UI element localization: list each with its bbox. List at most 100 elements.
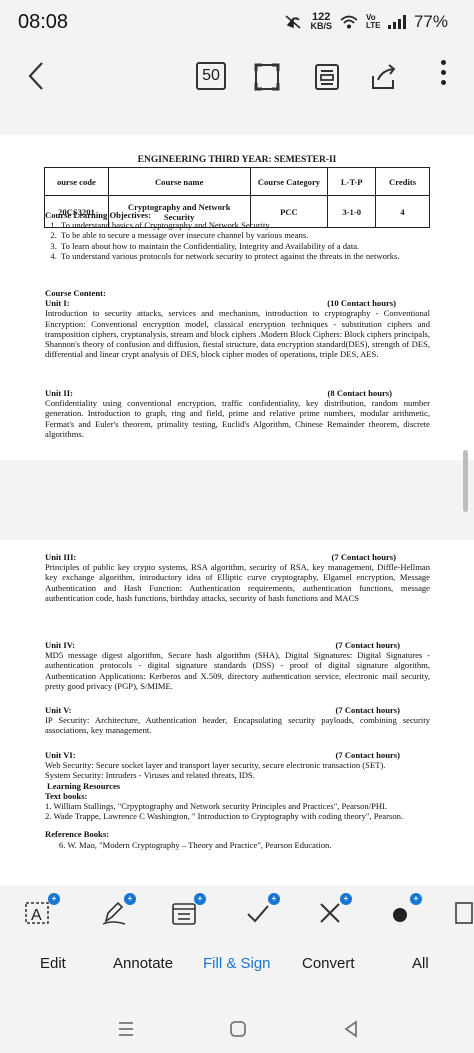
unit-text: MD5 message digest algorithm, Secure has… — [45, 650, 430, 691]
unit-title: Unit I: — [45, 298, 70, 309]
all-tab[interactable]: All — [412, 955, 429, 972]
objectives-list: To understand basics of Cryptography and… — [59, 220, 430, 261]
wifi-icon — [340, 15, 358, 29]
resources-heading: Learning Resources — [47, 780, 121, 791]
table-header: Credits — [375, 167, 430, 196]
unit-text: Principles of public key crypto systems,… — [45, 562, 430, 603]
table-header: ourse code — [44, 167, 109, 196]
unit-hours: (7 Contact hours) — [335, 640, 400, 650]
unit-hours: (7 Contact hours) — [331, 552, 396, 562]
status-bar: 08:08 122 KB/S Vo LTE 77% — [0, 0, 474, 44]
status-time: 08:08 — [18, 10, 69, 33]
page-separator — [0, 460, 474, 540]
list-item: 6. W. Mao, "Modern Cryptography – Theory… — [59, 839, 332, 850]
checkmark-icon — [247, 905, 269, 923]
scrollbar-handle[interactable] — [463, 450, 468, 512]
unit-title: Unit V: — [45, 705, 72, 715]
unit-text: Introduction to security attacks, servic… — [45, 308, 430, 360]
reading-mode-icon[interactable] — [313, 62, 341, 92]
checkmark-button[interactable]: + — [244, 893, 280, 929]
update-badge: + — [124, 893, 136, 905]
fill-sign-tab[interactable]: Fill & Sign — [203, 955, 271, 972]
update-badge: + — [268, 893, 280, 905]
back-nav-icon[interactable] — [342, 1019, 360, 1039]
status-icons: 122 KB/S Vo LTE 77% — [284, 12, 448, 32]
update-badge: + — [194, 893, 206, 905]
more-tools-button[interactable] — [452, 899, 474, 929]
home-icon[interactable] — [228, 1019, 248, 1039]
unit-hours: (7 Contact hours) — [335, 750, 400, 760]
more-vert-icon[interactable] — [441, 60, 446, 85]
update-badge: + — [410, 893, 422, 905]
list-item: To learn about how to maintain the Confi… — [59, 241, 430, 251]
textbooks-heading: Text books: — [45, 790, 88, 801]
action-labels: Edit Annotate Fill & Sign Convert All — [0, 955, 474, 979]
mute-icon — [285, 15, 301, 29]
table-header: Course name — [107, 167, 251, 196]
action-toolbar: A + + + + + + — [0, 893, 474, 935]
dot-icon — [393, 908, 407, 922]
unit-text: Confidentiality using conventional encry… — [45, 398, 430, 439]
recent-apps-icon[interactable] — [116, 1020, 136, 1038]
fill-sign-button[interactable]: + — [170, 893, 206, 929]
update-badge: + — [340, 893, 352, 905]
unit-hours: (10 Contact hours) — [327, 298, 396, 309]
rectangle-icon — [455, 902, 473, 924]
share-icon[interactable] — [368, 62, 398, 92]
document-title: ENGINEERING THIRD YEAR: SEMESTER-II — [137, 155, 337, 165]
unit-header: Unit II: (8 Contact hours) — [45, 388, 430, 398]
unit-header: Unit IV: (7 Contact hours) — [45, 640, 430, 650]
objectives-section: Course Learning Objectives: To understan… — [45, 210, 430, 261]
cross-button[interactable]: + — [316, 893, 352, 929]
update-badge: + — [48, 893, 60, 905]
viewer-toolbar: 50 — [0, 52, 474, 100]
pen-icon — [102, 901, 126, 925]
unit-header: Unit III: (7 Contact hours) — [45, 552, 430, 562]
page-count: 50 — [202, 67, 220, 84]
cross-icon — [320, 903, 340, 923]
table-header: L-T-P — [327, 167, 377, 196]
unit-6-section: Unit VI: (7 Contact hours) Web Security:… — [45, 750, 430, 850]
list-item: To understand various protocols for netw… — [59, 251, 430, 261]
unit-title: Unit IV: — [45, 640, 76, 650]
edit-text-button[interactable]: A + — [24, 893, 60, 929]
back-arrow-icon[interactable] — [22, 60, 52, 92]
convert-tab[interactable]: Convert — [302, 955, 355, 972]
objectives-heading: Course Learning Objectives: — [45, 210, 151, 220]
page-count-button[interactable]: 50 — [196, 62, 226, 90]
svg-text:A: A — [31, 907, 42, 924]
volte-label: Vo LTE — [365, 13, 381, 30]
system-nav-bar — [0, 1008, 474, 1053]
unit-title: Unit VI: — [45, 750, 76, 760]
unit-title: Unit III: — [45, 552, 77, 562]
annotate-tab[interactable]: Annotate — [113, 955, 173, 972]
table-header: Course Category — [249, 167, 329, 196]
unit-text: Web Security: Secure socket layer and tr… — [45, 760, 386, 771]
form-icon — [172, 903, 196, 925]
annotate-button[interactable]: + — [100, 893, 136, 929]
unit-4-section: Unit IV: (7 Contact hours) MD5 message d… — [45, 640, 430, 691]
unit-title: Unit II: — [45, 388, 73, 398]
unit-header: Unit I: (10 Contact hours) — [45, 298, 430, 308]
list-item: To be able to secure a message over inse… — [59, 230, 430, 240]
unit-hours: (8 Contact hours) — [327, 388, 392, 398]
dot-button[interactable]: + — [386, 893, 422, 929]
list-item: 1. William Stallings, "Crpyptography and… — [45, 801, 388, 812]
list-item: To understand basics of Cryptography and… — [59, 220, 430, 230]
fullscreen-icon[interactable] — [253, 62, 281, 92]
edit-text-icon: A — [25, 902, 49, 924]
unit-header: Unit VI: (7 Contact hours) — [45, 750, 430, 760]
signal-icon — [387, 15, 406, 29]
battery-level: 77% — [413, 12, 448, 31]
unit-header: Unit V: (7 Contact hours) — [45, 705, 430, 715]
unit-hours: (7 Contact hours) — [335, 705, 400, 715]
list-item: 2. Wade Trappe, Lawrence C Washington, "… — [45, 811, 404, 822]
unit-text: IP Security: Architecture, Authenticatio… — [45, 715, 430, 736]
content-heading: Course Content: — [45, 288, 106, 298]
network-speed: 122 KB/S — [310, 11, 332, 31]
edit-button[interactable]: Edit — [40, 955, 66, 972]
unit-2-section: Unit II: (8 Contact hours) Confidentiali… — [45, 388, 430, 439]
references-heading: Reference Books: — [45, 829, 110, 840]
unit-1-section: Course Content: Unit I: (10 Contact hour… — [45, 288, 430, 359]
unit-text: System Security: Intruders - Viruses and… — [45, 770, 255, 781]
